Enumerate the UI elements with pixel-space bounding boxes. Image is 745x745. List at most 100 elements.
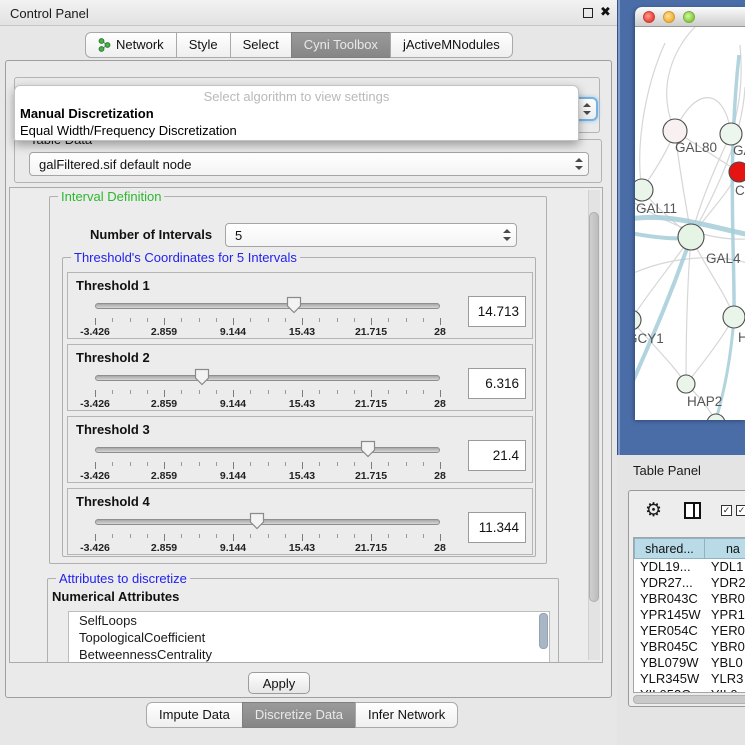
viewport-scrollbar-track[interactable] (588, 190, 600, 660)
network-canvas[interactable]: GAL80GACGAL11GAL4GCY1HHAP2 (635, 27, 745, 420)
threshold-value-field[interactable]: 11.344 (468, 512, 526, 543)
table-column-header[interactable]: shared... (634, 538, 705, 559)
slider-tick (112, 534, 113, 538)
close-icon[interactable]: ✖ (600, 4, 611, 20)
slider-tick (216, 462, 217, 466)
network-node-gcy1[interactable] (635, 310, 641, 330)
table-row[interactable]: YIL052CYIL0 (634, 687, 745, 693)
mac-zoom-icon[interactable] (683, 11, 695, 23)
slider-tick (302, 318, 303, 325)
slider-tick (285, 390, 286, 394)
thresholds-coordinates-title: Threshold's Coordinates for 5 Intervals (71, 250, 300, 265)
slider-tick (354, 462, 355, 466)
viewport-scrollbar-thumb[interactable] (589, 212, 599, 602)
slider-tick-label: 9.144 (220, 326, 246, 338)
threshold-slider[interactable]: -3.4262.8599.14415.4321.71528 (95, 297, 440, 337)
attribute-item[interactable]: BetweennessCentrality (69, 646, 549, 663)
slider-tick-label: -3.426 (80, 326, 110, 338)
tab-discretize-data[interactable]: Discretize Data (242, 702, 356, 728)
network-node-ga[interactable] (720, 123, 742, 145)
checkbox-icon[interactable]: ✓ (721, 505, 732, 516)
tab-impute-data[interactable]: Impute Data (146, 702, 243, 728)
table-row[interactable]: YBR043CYBR0 (634, 591, 745, 607)
gear-icon[interactable]: ⚙ (645, 499, 662, 522)
slider-tick (199, 390, 200, 394)
slider-tick-label: 2.859 (151, 398, 177, 410)
float-window-icon[interactable] (583, 8, 593, 18)
mac-close-icon[interactable] (643, 11, 655, 23)
slider-tick-label: 21.715 (355, 398, 387, 410)
slider-tick-label: 28 (434, 542, 446, 554)
table-row[interactable]: YBR045CYBR0 (634, 639, 745, 655)
threshold-slider[interactable]: -3.4262.8599.14415.4321.71528 (95, 441, 440, 481)
slider-tick (164, 534, 165, 541)
table-row[interactable]: YBL079WYBL0 (634, 655, 745, 671)
network-node-gal11[interactable] (635, 179, 653, 201)
threshold-slider[interactable]: -3.4262.8599.14415.4321.71528 (95, 513, 440, 553)
threshold-slider[interactable]: -3.4262.8599.14415.4321.71528 (95, 369, 440, 409)
slider-tick (406, 390, 407, 394)
table-row[interactable]: YPR145WYPR1 (634, 607, 745, 623)
checkbox-icon[interactable]: ✓ (736, 505, 745, 516)
attribute-item[interactable]: TopologicalCoefficient (69, 629, 549, 646)
table-data-combobox[interactable]: galFiltered.sif default node (29, 152, 589, 176)
table-column-header[interactable]: na (705, 538, 745, 559)
network-node-h[interactable] (723, 306, 745, 328)
node-table[interactable]: shared...na YDL19...YDL1YDR27...YDR2YBR0… (633, 537, 745, 693)
slider-tick (423, 462, 424, 466)
tab-network[interactable]: Network (85, 32, 177, 58)
mac-minimize-icon[interactable] (663, 11, 675, 23)
slider-tick (199, 462, 200, 466)
table-cell: YDL1 (705, 559, 745, 575)
table-hscrollbar-thumb[interactable] (633, 695, 745, 704)
threshold-value-field[interactable]: 6.316 (468, 368, 526, 399)
slider-tick (130, 318, 131, 322)
slider-thumb[interactable] (286, 296, 302, 314)
threshold-value-field[interactable]: 21.4 (468, 440, 526, 471)
number-of-intervals-combobox[interactable]: 5 (225, 223, 517, 247)
columns-icon[interactable] (684, 502, 701, 519)
slider-tick-label: 15.43 (289, 470, 315, 482)
network-node[interactable] (707, 414, 725, 420)
slider-track[interactable] (95, 519, 440, 525)
slider-track[interactable] (95, 303, 440, 309)
node-label: GAL11 (636, 201, 677, 216)
table-panel: Table Panel ⚙ ✓ ✓ shared...na YDL19...YD… (617, 455, 745, 745)
tab-label: jActiveMNodules (403, 37, 500, 52)
tab-cyni-toolbox[interactable]: Cyni Toolbox (291, 32, 391, 58)
dropdown-option-equal-width-frequency[interactable]: Equal Width/Frequency Discretization (20, 123, 237, 138)
interval-definition-group: Interval Definition Number of Intervals … (49, 196, 547, 564)
table-row[interactable]: YDR27...YDR2 (634, 575, 745, 591)
attribute-item[interactable]: SelfLoops (69, 612, 549, 629)
network-node-gal4[interactable] (678, 224, 704, 250)
network-node-c[interactable] (729, 162, 745, 182)
network-node-hap2[interactable] (677, 375, 695, 393)
table-cell: YIL052C (634, 687, 705, 693)
tab-jactivemnodules[interactable]: jActiveMNodules (390, 32, 513, 58)
slider-thumb[interactable] (360, 440, 376, 458)
threshold-value-field[interactable]: 14.713 (468, 296, 526, 327)
node-label: HAP2 (687, 394, 722, 409)
slider-track[interactable] (95, 447, 440, 453)
thresholds-coordinates-group: Threshold's Coordinates for 5 Intervals … (62, 257, 536, 557)
tab-select[interactable]: Select (230, 32, 292, 58)
slider-tick (233, 318, 234, 325)
slider-thumb[interactable] (194, 368, 210, 386)
table-row[interactable]: YLR345WYLR3 (634, 671, 745, 687)
control-panel-titlebar: Control Panel ✖ (0, 0, 617, 26)
apply-button[interactable]: Apply (248, 672, 310, 694)
table-row[interactable]: YER054CYER0 (634, 623, 745, 639)
numerical-attributes-list[interactable]: SelfLoopsTopologicalCoefficientBetweenne… (68, 611, 550, 663)
slider-thumb[interactable] (249, 512, 265, 530)
slider-tick (199, 318, 200, 322)
slider-tick (354, 390, 355, 394)
slider-tick (423, 534, 424, 538)
tab-style[interactable]: Style (176, 32, 231, 58)
table-cell: YBR045C (634, 639, 705, 655)
attributes-list-scrollbar[interactable] (539, 613, 548, 649)
slider-tick (337, 390, 338, 394)
table-row[interactable]: YDL19...YDL1 (634, 559, 745, 575)
dropdown-option-manual-discretization[interactable]: Manual Discretization (20, 106, 154, 121)
tab-infer-network[interactable]: Infer Network (355, 702, 458, 728)
slider-track[interactable] (95, 375, 440, 381)
